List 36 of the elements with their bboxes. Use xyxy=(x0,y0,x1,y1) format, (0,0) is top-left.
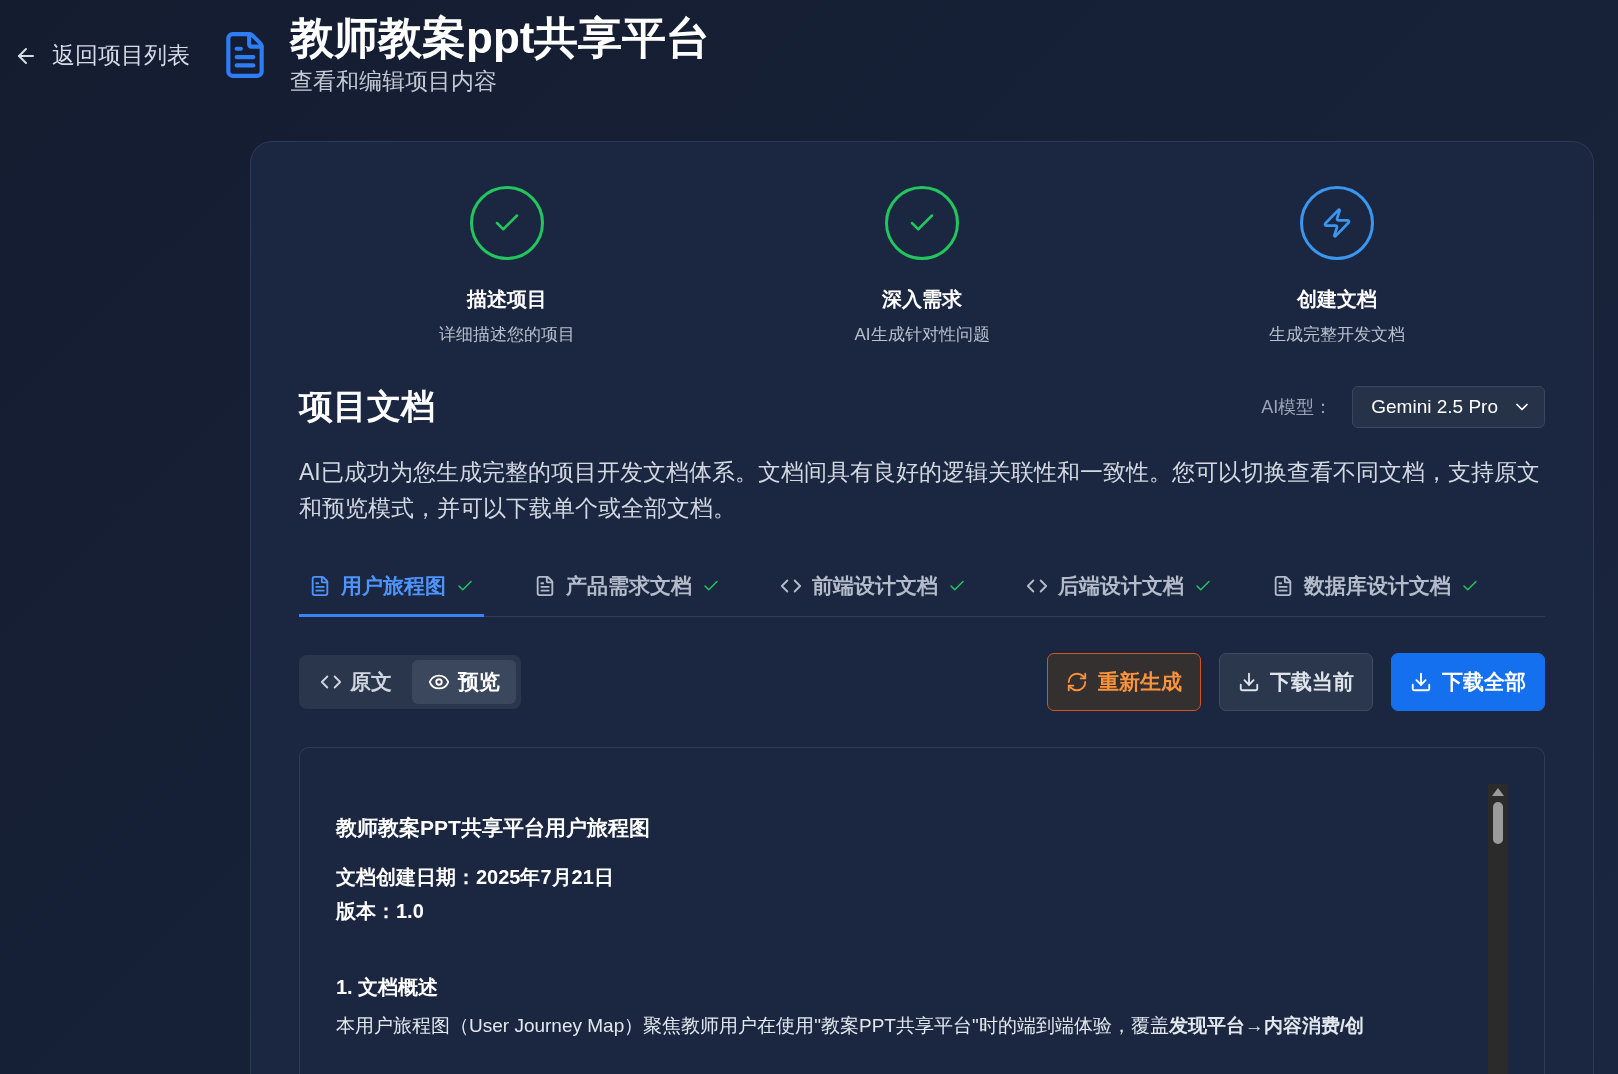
model-select[interactable]: Gemini 2.5 Pro xyxy=(1352,386,1545,429)
document-tab[interactable]: 后端设计文档 xyxy=(1016,564,1222,618)
document-meta: 版本：1.0 xyxy=(336,899,425,925)
refresh-icon xyxy=(1066,671,1088,694)
document-meta: 文档创建日期：2025年7月21日 xyxy=(336,865,615,891)
step-caption: 生成完整开发文档 xyxy=(1269,324,1406,347)
download-button[interactable]: 下载当前 xyxy=(1219,653,1373,712)
document-title: 教师教案PPT共享平台用户旅程图 xyxy=(336,815,651,842)
regenerate-button[interactable]: 重新生成 xyxy=(1047,653,1201,712)
paragraph: 本用户旅程图（User Journey Map）聚焦教师用户在使用"教案PPT共享平台"时的端到端体验，覆盖发现平台→内容消费/创 xyxy=(336,1014,1365,1039)
step-title: 创建文档 xyxy=(1297,287,1378,313)
view-mode-button[interactable]: 预览 xyxy=(412,660,516,705)
document-tab[interactable]: 前端设计文档 xyxy=(770,564,976,618)
scroll-up-icon[interactable] xyxy=(1492,788,1504,797)
download-button[interactable]: 下载全部 xyxy=(1391,653,1545,712)
document-icon xyxy=(1272,575,1294,598)
model-label: AI模型： xyxy=(1261,396,1333,420)
step-caption: 详细描述您的项目 xyxy=(438,324,575,347)
page-subtitle: 查看和编辑项目内容 xyxy=(290,67,498,97)
download-icon xyxy=(1238,671,1260,694)
step-title: 描述项目 xyxy=(466,287,547,313)
download-icon xyxy=(1410,671,1432,694)
document-icon xyxy=(309,575,331,598)
back-link[interactable]: 返回项目列表 xyxy=(14,40,190,71)
step-title: 深入需求 xyxy=(882,287,962,313)
document-tab[interactable]: 数据库设计文档 xyxy=(1262,564,1489,618)
view-mode-button[interactable]: 原文 xyxy=(304,660,408,705)
document-tab[interactable]: 产品需求文档 xyxy=(524,564,730,618)
document-tab[interactable]: 用户旅程图 xyxy=(299,564,484,618)
document-icon xyxy=(534,575,556,598)
section-heading: 1. 文档概述 xyxy=(336,975,440,1001)
scrollbar-thumb[interactable] xyxy=(1493,802,1503,845)
description: AI已成功为您生成完整的项目开发文档体系。文档间具有良好的逻辑关联性和一致性。您可以切换查看不同文档，支持原文和预览模式，并可以下载单个或全部文档。 xyxy=(299,458,1541,524)
step-caption: AI生成针对性问题 xyxy=(854,324,990,347)
page-title: 教师教案ppt共享平台 xyxy=(290,14,711,63)
section-title: 项目文档 xyxy=(299,386,435,428)
